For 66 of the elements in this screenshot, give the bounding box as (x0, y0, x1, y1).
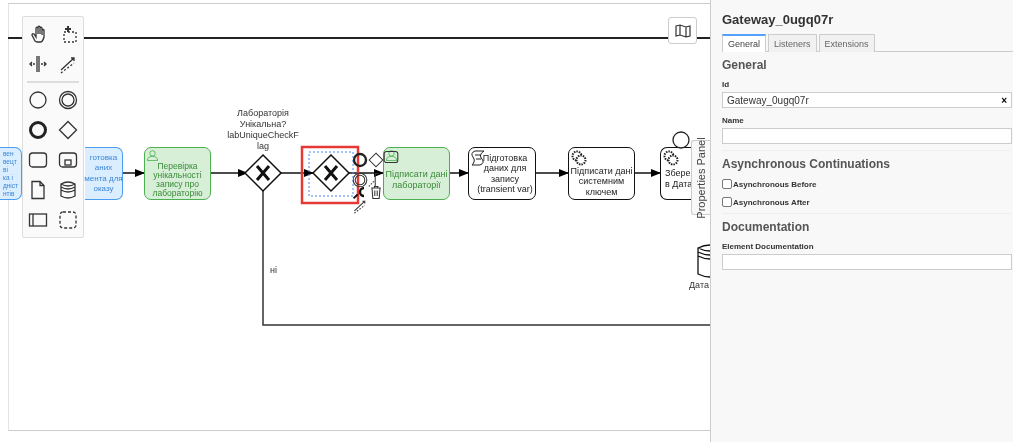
intermediate-event-icon[interactable] (58, 90, 78, 110)
field-label: Name (722, 116, 744, 125)
space-tool-icon[interactable] (28, 54, 48, 74)
user-icon (386, 150, 397, 161)
trash-icon[interactable] (370, 185, 382, 199)
annotation-icon[interactable] (368, 173, 379, 187)
intermediate-event-icon[interactable] (352, 172, 368, 188)
end-event-icon[interactable] (28, 120, 48, 140)
subprocess-icon[interactable] (58, 150, 78, 170)
connect-tool-icon[interactable] (58, 54, 78, 74)
wrench-icon[interactable] (352, 186, 365, 200)
data-store-label: Дата (689, 280, 709, 290)
script-icon (471, 150, 485, 166)
task-icon[interactable] (383, 150, 399, 164)
section-heading: General (722, 58, 767, 72)
checkbox[interactable] (722, 197, 732, 207)
task-icon[interactable] (28, 150, 48, 170)
task-shape[interactable]: Підготовка даних для запису (transient var) (468, 147, 536, 200)
gateway-label: Лабораторія Унікальна? labUniqueCheckF lag (227, 108, 299, 151)
end-event-icon[interactable] (352, 152, 368, 168)
exclusive-gateway[interactable] (243, 153, 283, 193)
sequence-flow[interactable] (122, 169, 145, 177)
task-label: Перевірка унікальності запису про лабораторію (152, 162, 203, 198)
checkbox-label: Asynchronous Before (733, 179, 817, 189)
gateway-icon[interactable] (368, 152, 384, 168)
field-label: Id (722, 80, 730, 89)
tab[interactable]: General (722, 34, 767, 52)
gateway-icon[interactable] (58, 120, 78, 140)
hand-tool-icon[interactable] (28, 24, 48, 44)
task-shape[interactable]: Підписати дані системним ключем (568, 147, 635, 200)
checkbox[interactable] (722, 179, 732, 189)
tab[interactable]: Listeners (768, 34, 817, 52)
gear-icon (571, 150, 587, 166)
data-store-shape[interactable] (697, 244, 710, 278)
task-shape[interactable]: Підписати дані лабораторії (383, 147, 450, 200)
map-icon (674, 23, 691, 38)
clear-button[interactable]: × (1001, 94, 1007, 106)
connect-tool-icon[interactable] (353, 200, 366, 214)
boundary-event-icon[interactable] (672, 131, 690, 149)
task-shape[interactable]: Перевірка унікальності запису про лабораторію (144, 147, 211, 200)
task-label: Підписати дані системним ключем (570, 165, 633, 198)
tab[interactable]: Extensions (818, 34, 875, 52)
documentation-field[interactable] (722, 254, 1012, 270)
sequence-flow[interactable] (535, 169, 569, 177)
data-object-icon[interactable] (28, 180, 48, 200)
highlight-frame (300, 145, 360, 205)
section-heading: Asynchronous Continuations (722, 157, 890, 171)
flow-label: ні (270, 265, 277, 275)
name-field[interactable] (722, 128, 1012, 144)
checkbox-label: Asynchronous After (733, 197, 810, 207)
user-icon (147, 150, 158, 161)
gear-icon (663, 150, 679, 166)
pool-icon[interactable] (28, 210, 48, 230)
sequence-flow[interactable] (634, 169, 661, 177)
task-label: Підготовка даних для запису (transient var) (477, 152, 533, 195)
minimap-button[interactable] (668, 17, 697, 44)
id-field[interactable]: Gateway_0ugq07r × (722, 92, 1012, 108)
start-event-icon[interactable] (28, 90, 48, 110)
sequence-flow[interactable] (449, 169, 469, 177)
panel-title: Gateway_0ugq07r (722, 12, 834, 27)
sequence-flow[interactable] (348, 169, 384, 177)
data-store-icon[interactable] (58, 180, 78, 200)
field-label: Element Documentation (722, 242, 814, 251)
task-label: Підписати дані лабораторії (385, 169, 448, 190)
group-icon[interactable] (58, 210, 78, 230)
section-heading: Documentation (722, 220, 810, 234)
